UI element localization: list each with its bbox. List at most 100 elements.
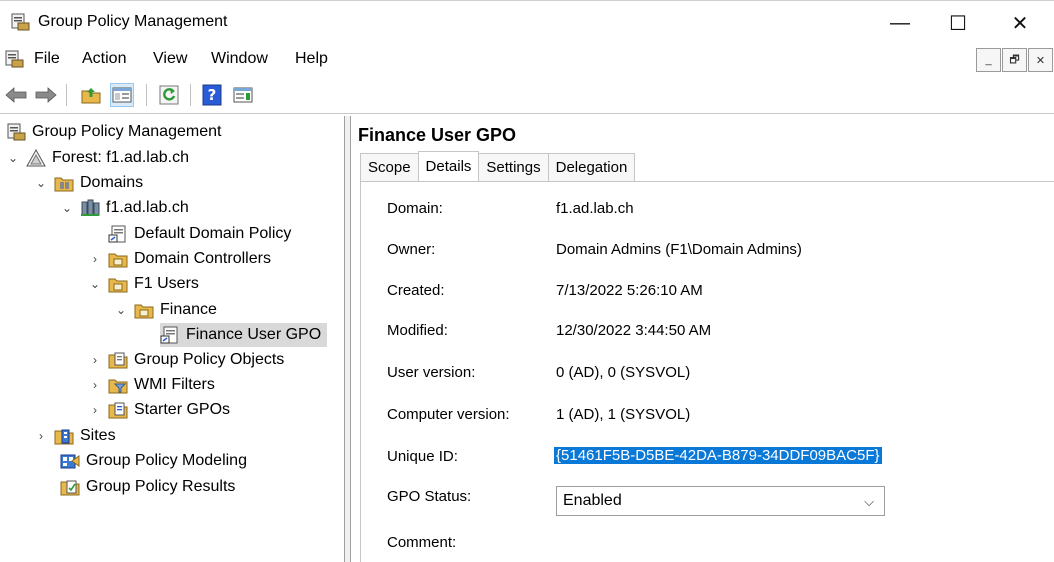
- help-button[interactable]: ?: [200, 83, 224, 107]
- back-button[interactable]: [4, 83, 28, 107]
- gpo-status-label: GPO Status:: [387, 488, 472, 505]
- tree-item-gp-results[interactable]: Group Policy Results: [60, 475, 235, 499]
- mdi-restore-button[interactable]: 🗗: [1002, 48, 1027, 72]
- tree-item-label: Finance User GPO: [186, 326, 322, 343]
- tab-settings[interactable]: Settings: [478, 153, 549, 181]
- refresh-icon: [159, 85, 179, 105]
- menu-file[interactable]: File: [34, 50, 60, 68]
- tree-item-gpm-root[interactable]: Group Policy Management: [6, 120, 221, 144]
- starter-gpo-icon: [108, 402, 128, 419]
- ou-folder-icon: [108, 278, 128, 293]
- chevron-down-icon[interactable]: ⌄: [6, 151, 20, 165]
- tree-item-sites[interactable]: › Sites: [34, 424, 116, 448]
- back-arrow-icon: [5, 87, 27, 103]
- show-action-pane-button[interactable]: [231, 83, 255, 107]
- tree-item-label: Domain Controllers: [134, 250, 271, 267]
- created-value: 7/13/2022 5:26:10 AM: [556, 282, 703, 299]
- tab-delegation[interactable]: Delegation: [547, 153, 636, 181]
- mdi-minimize-button[interactable]: _: [976, 48, 1001, 72]
- domains-icon: [54, 177, 74, 192]
- chevron-right-icon[interactable]: ›: [88, 403, 102, 417]
- unique-id-value[interactable]: {51461F5B-D5BE-42DA-B879-34DDF09BAC5F}: [554, 447, 882, 464]
- gpo-status-select[interactable]: Enabled ⌵: [556, 486, 885, 516]
- modified-label: Modified:: [387, 322, 448, 339]
- action-pane-icon: [233, 87, 253, 103]
- tree-item-label: f1.ad.lab.ch: [106, 199, 189, 216]
- tree-item-label: Starter GPOs: [134, 401, 231, 418]
- computer-version-value: 1 (AD), 1 (SYSVOL): [556, 406, 691, 423]
- console-tree-icon: [112, 87, 132, 103]
- tree-item-wmi-filters[interactable]: › WMI Filters: [88, 373, 215, 397]
- created-label: Created:: [387, 282, 445, 299]
- tree-item-label: Group Policy Management: [32, 123, 222, 140]
- console-tree: Group Policy Management ⌄ Forest: f1.ad.…: [0, 116, 345, 562]
- mdi-close-button[interactable]: ✕: [1028, 48, 1053, 72]
- chevron-down-icon[interactable]: ⌄: [88, 277, 102, 291]
- computer-version-label: Computer version:: [387, 406, 510, 423]
- mdi-controls: _ 🗗 ✕: [975, 48, 1054, 74]
- pane-splitter[interactable]: [345, 116, 351, 562]
- show-hide-tree-button[interactable]: [110, 83, 134, 107]
- modified-value: 12/30/2022 3:44:50 AM: [556, 322, 712, 339]
- refresh-button[interactable]: [157, 83, 181, 107]
- up-folder-button[interactable]: [79, 83, 103, 107]
- menu-view[interactable]: View: [153, 50, 187, 68]
- tree-item-group-policy-objects[interactable]: › Group Policy Objects: [88, 348, 284, 372]
- toolbar-separator: [146, 84, 147, 106]
- tree-item-label: Sites: [80, 427, 116, 444]
- tree-item-label: WMI Filters: [134, 376, 215, 393]
- tree-item-label: Finance: [160, 301, 217, 318]
- menu-window[interactable]: Window: [211, 50, 268, 68]
- close-button[interactable]: ✕: [990, 1, 1050, 45]
- chevron-down-icon: ⌵: [864, 494, 874, 509]
- chevron-right-icon[interactable]: ›: [88, 353, 102, 367]
- tree-item-forest[interactable]: ⌄ Forest: f1.ad.lab.ch: [6, 146, 189, 170]
- toolbar-separator: [190, 84, 191, 106]
- gp-modeling-icon: [60, 454, 80, 469]
- gpm-icon: [7, 123, 26, 141]
- tree-item-finance[interactable]: ⌄ Finance: [114, 298, 217, 322]
- menu-action[interactable]: Action: [82, 50, 126, 68]
- tree-item-domain-f1[interactable]: ⌄ f1.ad.lab.ch: [60, 196, 189, 220]
- domain-value: f1.ad.lab.ch: [556, 200, 634, 217]
- menu-bar: File Action View Window Help: [0, 44, 1054, 76]
- user-version-value: 0 (AD), 0 (SYSVOL): [556, 364, 691, 381]
- gpo-link-icon: [108, 225, 126, 243]
- gp-results-icon: [60, 480, 80, 496]
- tree-item-label: Group Policy Modeling: [86, 452, 247, 469]
- tree-item-label: F1 Users: [134, 275, 199, 292]
- tree-item-domains[interactable]: ⌄ Domains: [34, 171, 143, 195]
- window-title: Group Policy Management: [38, 13, 228, 30]
- maximize-button[interactable]: ☐: [928, 1, 988, 45]
- details-pane: Finance User GPO Scope Details Settings …: [352, 116, 1054, 562]
- tree-item-default-domain-policy[interactable]: Default Domain Policy: [108, 222, 291, 246]
- toolbar: ?: [0, 76, 1054, 114]
- chevron-right-icon[interactable]: ›: [88, 252, 102, 266]
- tab-details[interactable]: Details: [417, 151, 480, 181]
- tree-item-starter-gpos[interactable]: › Starter GPOs: [88, 398, 230, 422]
- forward-button[interactable]: [34, 83, 58, 107]
- minimize-button[interactable]: —: [870, 1, 930, 45]
- forward-arrow-icon: [35, 87, 57, 103]
- tree-item-finance-user-gpo[interactable]: Finance User GPO: [160, 323, 328, 347]
- chevron-down-icon[interactable]: ⌄: [34, 176, 48, 190]
- tree-item-f1-users[interactable]: ⌄ F1 Users: [88, 272, 199, 296]
- tree-item-domain-controllers[interactable]: › Domain Controllers: [88, 247, 271, 271]
- tree-item-gp-modeling[interactable]: Group Policy Modeling: [60, 449, 247, 473]
- details-tab-body: Domain: f1.ad.lab.ch Owner: Domain Admin…: [360, 181, 1054, 562]
- chevron-right-icon[interactable]: ›: [88, 378, 102, 392]
- menu-help[interactable]: Help: [295, 50, 328, 68]
- gpo-link-icon: [160, 326, 178, 344]
- tab-scope[interactable]: Scope: [360, 153, 419, 181]
- chevron-down-icon[interactable]: ⌄: [114, 303, 128, 317]
- domain-icon: [81, 199, 100, 216]
- gpm-menu-icon[interactable]: [4, 50, 24, 68]
- toolbar-separator: [66, 84, 67, 106]
- ou-folder-icon: [108, 253, 128, 268]
- chevron-down-icon[interactable]: ⌄: [60, 201, 74, 215]
- chevron-right-icon[interactable]: ›: [34, 429, 48, 443]
- tree-item-label: Domains: [80, 174, 144, 191]
- gpo-title: Finance User GPO: [358, 125, 517, 145]
- svg-text:?: ?: [208, 86, 217, 104]
- title-bar: Group Policy Management — ☐ ✕: [0, 0, 1054, 44]
